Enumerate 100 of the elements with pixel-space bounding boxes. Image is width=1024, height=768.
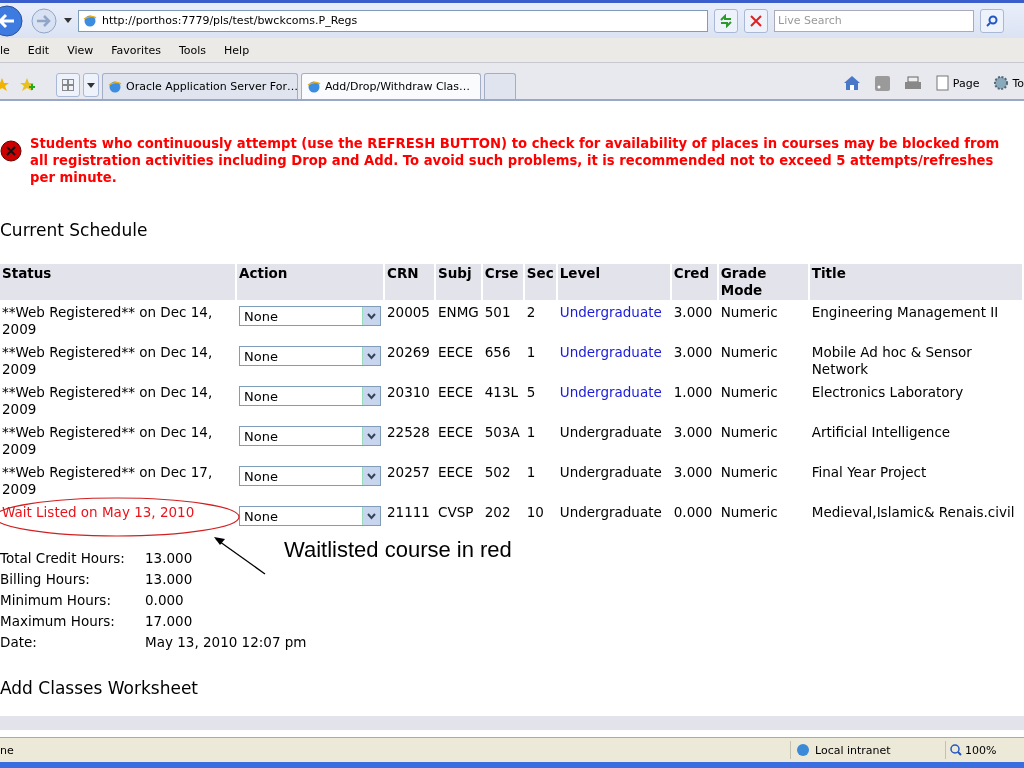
- summary-label: Date:: [0, 634, 38, 650]
- menu-item[interactable]: Help: [224, 43, 250, 57]
- browser-tab[interactable]: Add/Drop/Withdraw Clas…: [301, 73, 481, 99]
- summary-label: Minimum Hours:: [0, 592, 112, 608]
- tab-list-icon[interactable]: [83, 73, 99, 97]
- column-header: Action: [237, 264, 383, 300]
- column-header: Level: [557, 264, 670, 300]
- table-cell-text: 5: [525, 383, 537, 402]
- action-dropdown[interactable]: None: [239, 426, 381, 446]
- column-header: Cred: [671, 264, 717, 300]
- menu-item[interactable]: View: [67, 43, 94, 57]
- annotation-arrow: [214, 537, 266, 575]
- globe-e-icon: [108, 79, 122, 94]
- table-cell-text: 3.000: [672, 463, 714, 482]
- menu-item[interactable]: Tools: [178, 43, 207, 57]
- status-text: ne: [0, 743, 15, 757]
- action-dropdown[interactable]: None: [239, 466, 381, 486]
- table-cell-text: EECE: [437, 383, 474, 402]
- level-link[interactable]: Undergraduate: [557, 302, 670, 340]
- table-cell-text: Numeric: [719, 383, 779, 402]
- summary-label: Maximum Hours:: [0, 613, 116, 629]
- column-header: Subj: [436, 264, 481, 300]
- table-cell-text: 1.000: [672, 383, 714, 402]
- status-text: **Web Registered** on Dec 17, 2009: [2, 464, 213, 497]
- search-icon[interactable]: [980, 8, 1004, 33]
- table-cell-text: 1: [525, 343, 537, 362]
- action-dropdown[interactable]: None: [239, 506, 381, 526]
- summary-value: May 13, 2010 12:07 pm: [145, 634, 308, 650]
- caret-icon: [362, 347, 380, 365]
- action-dropdown[interactable]: None: [239, 306, 381, 326]
- table-cell-text: 22528: [386, 423, 431, 442]
- table-cell-text: 413L: [483, 383, 520, 402]
- caret-icon: [362, 427, 380, 445]
- table-cell-text: Final Year Project: [810, 463, 928, 482]
- table-cell-text: Numeric: [719, 303, 779, 322]
- menu-item[interactable]: Favorites: [111, 43, 161, 57]
- table-cell-text: Numeric: [719, 503, 779, 522]
- table-cell-text: 21111: [386, 503, 431, 522]
- home-icon[interactable]: [842, 75, 861, 91]
- table-cell-text: 20257: [386, 463, 431, 482]
- table-cell-text: 2: [525, 303, 537, 322]
- column-header: Grade Mode: [718, 264, 808, 300]
- table-cell-text: 3.000: [672, 423, 714, 442]
- table-cell-text: EECE: [437, 343, 474, 362]
- action-dropdown[interactable]: None: [239, 346, 381, 366]
- table-cell-text: 656: [483, 343, 512, 362]
- browser-tab[interactable]: Oracle Application Server For…: [102, 73, 298, 99]
- address-field[interactable]: http://porthos:7779/pls/test/bwckcoms.P_Regs: [78, 9, 708, 32]
- summary-value: 17.000: [145, 613, 194, 629]
- refresh-button[interactable]: [714, 8, 738, 33]
- table-cell-text: ENMG: [437, 303, 480, 322]
- level-link[interactable]: Undergraduate: [557, 382, 670, 420]
- table-cell-text: 20005: [386, 303, 431, 322]
- status-text: **Web Registered** on Dec 14, 2009: [2, 424, 213, 457]
- stop-button[interactable]: [744, 8, 768, 33]
- annotation-text: Waitlisted course in red: [284, 537, 512, 563]
- table-cell-text: Numeric: [719, 463, 779, 482]
- summary-value: 13.000: [145, 571, 194, 587]
- tools-menu[interactable]: To: [993, 75, 1024, 91]
- status-text: **Web Registered** on Dec 14, 2009: [2, 304, 213, 337]
- table-cell-text: Mobile Ad hoc & Sensor Network: [810, 343, 973, 379]
- table-cell-text: EECE: [437, 463, 474, 482]
- globe-e-icon: [307, 79, 321, 94]
- table-cell-text: Medieval,Islamic& Renais.civil: [810, 503, 1016, 522]
- table-cell-text: 503A: [483, 423, 521, 442]
- globe-e-icon: [83, 13, 97, 28]
- table-cell-text: Undergraduate: [558, 503, 663, 522]
- table-cell-text: Undergraduate: [558, 423, 663, 442]
- column-header: Crse: [482, 264, 523, 300]
- status-text: **Web Registered** on Dec 14, 2009: [2, 344, 213, 377]
- action-dropdown[interactable]: None: [239, 386, 381, 406]
- add-star-icon[interactable]: [19, 77, 35, 93]
- dropdown-caret-icon[interactable]: [64, 17, 72, 24]
- column-header: CRN: [385, 264, 434, 300]
- caret-icon: [362, 387, 380, 405]
- summary-value: 0.000: [145, 592, 185, 608]
- table-cell-text: 10: [525, 503, 545, 522]
- menu-item[interactable]: le: [0, 43, 10, 57]
- refresh-icon: [719, 13, 733, 28]
- table-cell-text: 502: [483, 463, 512, 482]
- menu-item[interactable]: Edit: [27, 43, 50, 57]
- table-cell-text: 1: [525, 463, 537, 482]
- new-tab[interactable]: [484, 73, 516, 99]
- level-link[interactable]: Undergraduate: [557, 342, 670, 380]
- back-icon[interactable]: [0, 3, 24, 38]
- table-cell-text: 20269: [386, 343, 431, 362]
- table-cell-text: EECE: [437, 423, 474, 442]
- table-cell-text: CVSP: [437, 503, 475, 522]
- search-field[interactable]: Live Search: [774, 9, 974, 32]
- status-text: Wait Listed on May 13, 2010: [2, 504, 195, 520]
- table-cell-text: 0.000: [672, 503, 714, 522]
- summary-value: 13.000: [145, 550, 194, 566]
- forward-icon[interactable]: [30, 6, 58, 35]
- summary-label: Billing Hours:: [0, 571, 91, 587]
- page-menu[interactable]: Page: [935, 75, 980, 91]
- error-icon: [0, 140, 22, 162]
- table-cell-text: 3.000: [672, 303, 714, 322]
- printer-icon[interactable]: [903, 75, 922, 91]
- table-cell-text: 3.000: [672, 343, 714, 362]
- zoom-indicator[interactable]: 100%: [950, 743, 997, 757]
